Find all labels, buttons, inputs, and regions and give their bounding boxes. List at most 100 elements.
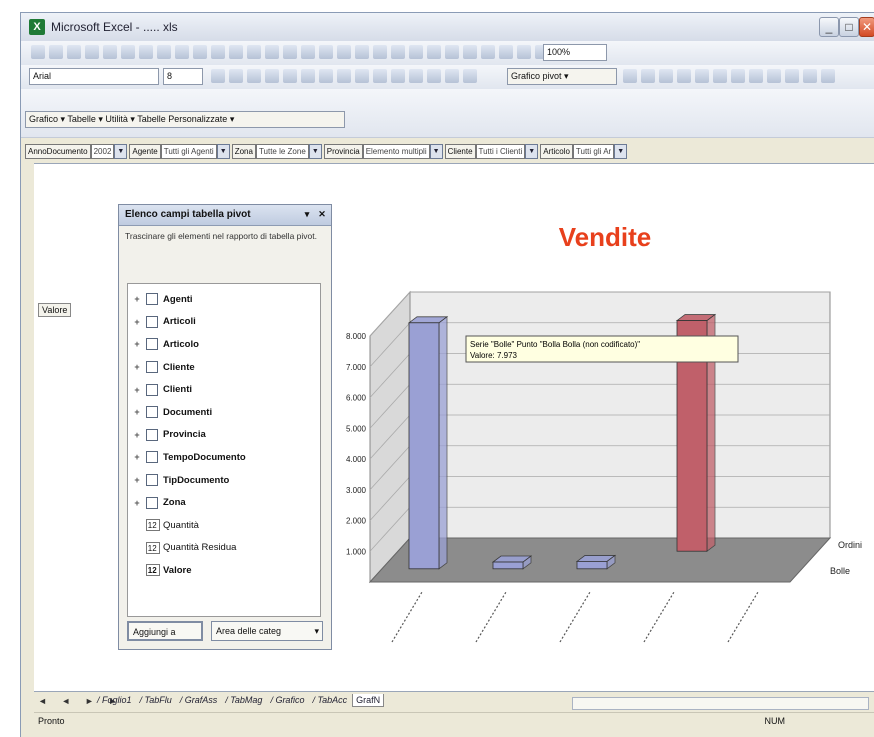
y-tick-label: 4.000 <box>346 455 367 464</box>
field-name: Valore <box>163 564 192 576</box>
status-ready: Pronto <box>38 716 65 726</box>
field-item[interactable]: + Cliente <box>128 356 320 379</box>
horizontal-scrollbar[interactable] <box>572 697 869 710</box>
sheet-tab[interactable]: / TabFlu <box>137 694 175 707</box>
field-item[interactable]: + Provincia <box>128 424 320 447</box>
dropdown-arrow-icon[interactable]: ▼ <box>525 144 539 159</box>
title-bar: X Microsoft Excel - ..... xls _ □ ✕ <box>21 13 874 42</box>
bar <box>492 561 524 570</box>
field-checkbox[interactable] <box>146 496 158 509</box>
field-checkbox[interactable] <box>146 293 158 306</box>
valore-field-button[interactable]: Valore <box>38 303 72 317</box>
font-size-select[interactable]: 8 <box>163 68 203 85</box>
add-to-button[interactable]: Aggiungi a <box>127 621 203 641</box>
field-checkbox[interactable] <box>146 428 158 441</box>
field-name: TipDocumento <box>163 474 230 486</box>
chart-menu[interactable]: Grafico ▾ Tabelle ▾ Utilità ▾ Tabelle Pe… <box>25 111 345 128</box>
dropdown-arrow-icon[interactable]: ▼ <box>308 144 322 159</box>
dropdown-arrow-icon[interactable]: ▼ <box>429 144 443 159</box>
sheet-tab[interactable]: / TabAcc <box>309 694 350 707</box>
page-fields-bar: AnnoDocumento 2002 ▼ Agente Tutti gli Agenti… <box>21 141 874 163</box>
expand-icon[interactable]: + <box>132 362 142 372</box>
expand-icon[interactable]: + <box>132 452 142 462</box>
tooltip-line-2: Valore: 7.973 <box>470 351 518 360</box>
field-checkbox[interactable] <box>146 383 158 396</box>
page-field[interactable]: Provincia Elemento multipli ▼ <box>323 144 443 159</box>
expand-icon[interactable]: + <box>132 294 142 304</box>
page-field-label[interactable]: Provincia <box>323 144 363 159</box>
field-item[interactable]: 12 Quantità <box>128 514 320 537</box>
field-item[interactable]: + Zona <box>128 491 320 514</box>
y-tick-label: 1.000 <box>346 547 367 556</box>
chart-title: Vendite <box>559 222 651 252</box>
page-field-label[interactable]: AnnoDocumento <box>25 144 91 159</box>
pivot-icons[interactable] <box>623 69 864 85</box>
y-tick-label: 3.000 <box>346 486 367 495</box>
dropdown-arrow-icon[interactable]: ▼ <box>216 144 230 159</box>
dropdown-arrow-icon[interactable]: ▼ <box>614 144 628 159</box>
field-checkbox[interactable] <box>146 338 158 351</box>
sheet-tab[interactable]: / GrafAss <box>177 694 221 707</box>
pivot-chart-menu[interactable]: Grafico pivot ▾ <box>507 68 617 85</box>
panel-close-icon[interactable]: ✕ <box>316 208 328 220</box>
page-field[interactable]: AnnoDocumento 2002 ▼ <box>25 144 128 159</box>
page-field[interactable]: Articolo Tutti gli Ar ▼ <box>540 144 628 159</box>
field-item[interactable]: + TipDocumento <box>128 469 320 492</box>
page-field-value: Tutte le Zone <box>255 144 309 159</box>
x-category-label <box>475 591 507 643</box>
page-field-label[interactable]: Articolo <box>540 144 573 159</box>
field-item[interactable]: 12 Quantità Residua <box>128 537 320 560</box>
page-field[interactable]: Cliente Tutti i Clienti ▼ <box>444 144 539 159</box>
page-field-label[interactable]: Zona <box>231 144 256 159</box>
chart-tooltip: Serie "Bolle" Punto "Bolla Bolla (non co… <box>465 335 739 363</box>
field-name: Cliente <box>163 361 195 373</box>
sheet-tab[interactable]: / TabMag <box>222 694 265 707</box>
field-item[interactable]: + Articolo <box>128 333 320 356</box>
window-title: Microsoft Excel - ..... xls <box>51 20 178 34</box>
sheet-tab[interactable]: / Grafico <box>267 694 307 707</box>
area-select[interactable]: Area delle categ ▾ <box>211 621 323 641</box>
expand-icon[interactable]: + <box>132 407 142 417</box>
expand-icon[interactable]: + <box>132 385 142 395</box>
field-item[interactable]: + Documenti <box>128 401 320 424</box>
field-item[interactable]: + Articoli <box>128 311 320 334</box>
bar <box>576 561 608 570</box>
field-checkbox[interactable] <box>146 361 158 374</box>
panel-title: Elenco campi tabella pivot <box>125 209 251 220</box>
page-field-label[interactable]: Agente <box>129 144 161 159</box>
field-item[interactable]: + Agenti <box>128 288 320 311</box>
sheet-tab[interactable]: / Foglio1 <box>94 694 135 707</box>
expand-icon[interactable]: + <box>132 498 142 508</box>
field-item[interactable]: + TempoDocumento <box>128 446 320 469</box>
field-name: Articolo <box>163 338 199 350</box>
measure-icon: 12 <box>146 564 160 577</box>
field-list: + Agenti + Articoli + Articolo + Cliente + Client… <box>127 283 321 617</box>
page-field[interactable]: Agente Tutti gli Agenti ▼ <box>129 144 230 159</box>
expand-icon[interactable]: + <box>132 339 142 349</box>
field-checkbox[interactable] <box>146 406 158 419</box>
close-button[interactable]: ✕ <box>859 17 874 37</box>
expand-icon[interactable]: + <box>132 317 142 327</box>
dropdown-arrow-icon[interactable]: ▼ <box>114 144 128 159</box>
field-checkbox[interactable] <box>146 315 158 328</box>
area-select-label: Area delle categ <box>216 626 282 636</box>
field-item[interactable]: + Clienti <box>128 378 320 401</box>
formatting-icons[interactable] <box>211 69 502 85</box>
expand-icon[interactable]: + <box>132 430 142 440</box>
panel-menu-icon[interactable]: ▾ <box>301 208 313 220</box>
page-field[interactable]: Zona Tutte le Zone ▼ <box>231 144 322 159</box>
expand-icon[interactable]: + <box>132 475 142 485</box>
font-name-select[interactable]: Arial <box>29 68 159 85</box>
zoom-select[interactable]: 100% <box>543 44 607 61</box>
page-field-label[interactable]: Cliente <box>444 144 476 159</box>
field-checkbox[interactable] <box>146 451 158 464</box>
field-checkbox[interactable] <box>146 474 158 487</box>
sheet-tab[interactable]: GrafN <box>352 694 385 707</box>
panel-header: Elenco campi tabella pivot ▾ ✕ <box>119 205 331 226</box>
x-category-label <box>391 591 423 643</box>
maximize-button[interactable]: □ <box>839 17 859 37</box>
minimize-button[interactable]: _ <box>819 17 839 37</box>
y-tick-label: 7.000 <box>346 363 367 372</box>
field-item[interactable]: 12 Valore <box>128 559 320 582</box>
standard-toolbar-icons[interactable] <box>31 45 864 61</box>
